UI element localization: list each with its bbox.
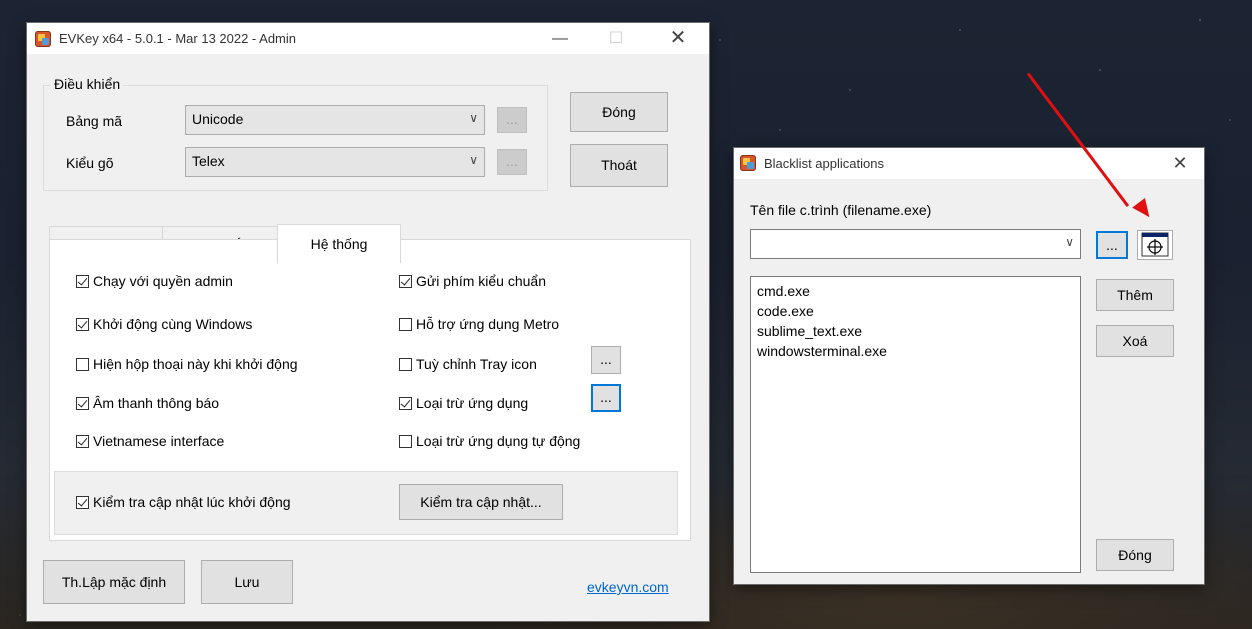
option-label: Loại trừ ứng dụng (416, 395, 529, 411)
chevron-down-icon: ∨ (469, 153, 478, 167)
checkbox[interactable] (76, 358, 89, 371)
control-group-title: Điều khiển (51, 76, 124, 92)
list-item[interactable]: sublime_text.exe (757, 321, 1074, 341)
option-start-with-windows[interactable]: Khởi động cùng Windows (76, 316, 252, 332)
option-show-dialog-on-start[interactable]: Hiện hộp thoại này khi khởi động (76, 356, 298, 372)
window-picker-button[interactable] (1137, 230, 1173, 260)
filename-label: Tên file c.trình (filename.exe) (750, 202, 932, 218)
typing-label: Kiểu gõ (66, 155, 114, 171)
option-label: Khởi động cùng Windows (93, 316, 253, 332)
option-label: Gửi phím kiểu chuẩn (416, 273, 546, 289)
delete-button[interactable]: Xoá (1096, 325, 1174, 357)
charset-label: Bảng mã (66, 113, 123, 129)
blacklist-app-list[interactable]: cmd.exe code.exe sublime_text.exe window… (750, 276, 1081, 573)
crosshair-target-icon (1141, 232, 1169, 257)
blacklist-dialog: Blacklist applications ✕ Tên file c.trìn… (734, 148, 1204, 584)
typing-select[interactable]: Telex ∨ (185, 147, 485, 177)
dialog-title: Blacklist applications (764, 156, 884, 171)
close-icon[interactable]: ✕ (655, 23, 701, 54)
checkbox[interactable] (76, 496, 89, 509)
check-update-button[interactable]: Kiểm tra cập nhật... (399, 484, 563, 520)
option-send-standard-keys[interactable]: Gửi phím kiểu chuẩn (399, 273, 546, 289)
option-label: Hiện hộp thoại này khi khởi động (93, 356, 298, 372)
window-title: EVKey x64 - 5.0.1 - Mar 13 2022 - Admin (59, 31, 297, 46)
typing-more-button: ... (497, 149, 527, 175)
option-label: Âm thanh thông báo (93, 395, 220, 411)
checkbox[interactable] (399, 397, 412, 410)
option-exclude-apps[interactable]: Loại trừ ứng dụng (399, 395, 528, 411)
website-link[interactable]: evkeyvn.com (587, 579, 669, 595)
option-vietnamese-interface[interactable]: Vietnamese interface (76, 433, 224, 449)
checkbox[interactable] (399, 318, 412, 331)
charset-value: Unicode (192, 111, 244, 127)
checkbox[interactable] (399, 358, 412, 371)
save-button[interactable]: Lưu (201, 560, 293, 604)
filename-combo[interactable]: ∨ (750, 229, 1081, 259)
option-label: Loại trừ ứng dụng tự động (416, 433, 581, 449)
option-label: Kiểm tra cập nhật lúc khởi động (93, 494, 291, 510)
option-check-update-on-start[interactable]: Kiểm tra cập nhật lúc khởi động (76, 494, 291, 510)
checkbox[interactable] (76, 275, 89, 288)
reset-defaults-button[interactable]: Th.Lập mặc định (43, 560, 185, 604)
option-metro-support[interactable]: Hỗ trợ ứng dụng Metro (399, 316, 559, 332)
chevron-down-icon: ∨ (469, 111, 478, 125)
minimize-icon[interactable]: — (537, 23, 583, 54)
list-item[interactable]: cmd.exe (757, 281, 1074, 301)
charset-more-button: ... (497, 107, 527, 133)
option-exclude-apps-auto[interactable]: Loại trừ ứng dụng tự động (399, 433, 580, 449)
chevron-down-icon: ∨ (1065, 235, 1074, 249)
close-button[interactable]: Đóng (570, 92, 668, 132)
typing-value: Telex (192, 153, 225, 169)
option-custom-tray-icon[interactable]: Tuỳ chỉnh Tray icon (399, 356, 537, 372)
close-dialog-button[interactable]: Đóng (1096, 539, 1174, 571)
option-label: Vietnamese interface (93, 433, 225, 449)
close-icon[interactable]: ✕ (1160, 148, 1200, 179)
maximize-icon: ☐ (608, 30, 624, 47)
option-label: Hỗ trợ ứng dụng Metro (416, 316, 560, 332)
checkbox[interactable] (76, 397, 89, 410)
list-item[interactable]: windowsterminal.exe (757, 341, 1074, 361)
tray-icon-settings-button[interactable]: ... (591, 346, 621, 374)
title-bar[interactable]: EVKey x64 - 5.0.1 - Mar 13 2022 - Admin … (27, 23, 709, 54)
tab-system[interactable]: Hệ thống (277, 224, 401, 263)
exclude-apps-settings-button[interactable]: ... (591, 384, 621, 412)
checkbox[interactable] (399, 275, 412, 288)
evkey-main-window: EVKey x64 - 5.0.1 - Mar 13 2022 - Admin … (27, 23, 709, 621)
add-button[interactable]: Thêm (1096, 279, 1174, 311)
browse-file-button[interactable]: ... (1096, 231, 1128, 259)
option-run-as-admin[interactable]: Chạy với quyền admin (76, 273, 233, 289)
dialog-title-bar[interactable]: Blacklist applications ✕ (734, 148, 1204, 179)
checkbox[interactable] (76, 435, 89, 448)
option-label: Chạy với quyền admin (93, 273, 233, 289)
checkbox[interactable] (399, 435, 412, 448)
evkey-app-icon (740, 155, 756, 171)
exit-button[interactable]: Thoát (570, 144, 668, 187)
option-sound-notification[interactable]: Âm thanh thông báo (76, 395, 219, 411)
evkey-app-icon (35, 31, 51, 47)
list-item[interactable]: code.exe (757, 301, 1074, 321)
checkbox[interactable] (76, 318, 89, 331)
charset-select[interactable]: Unicode ∨ (185, 105, 485, 135)
option-label: Tuỳ chỉnh Tray icon (416, 356, 537, 372)
